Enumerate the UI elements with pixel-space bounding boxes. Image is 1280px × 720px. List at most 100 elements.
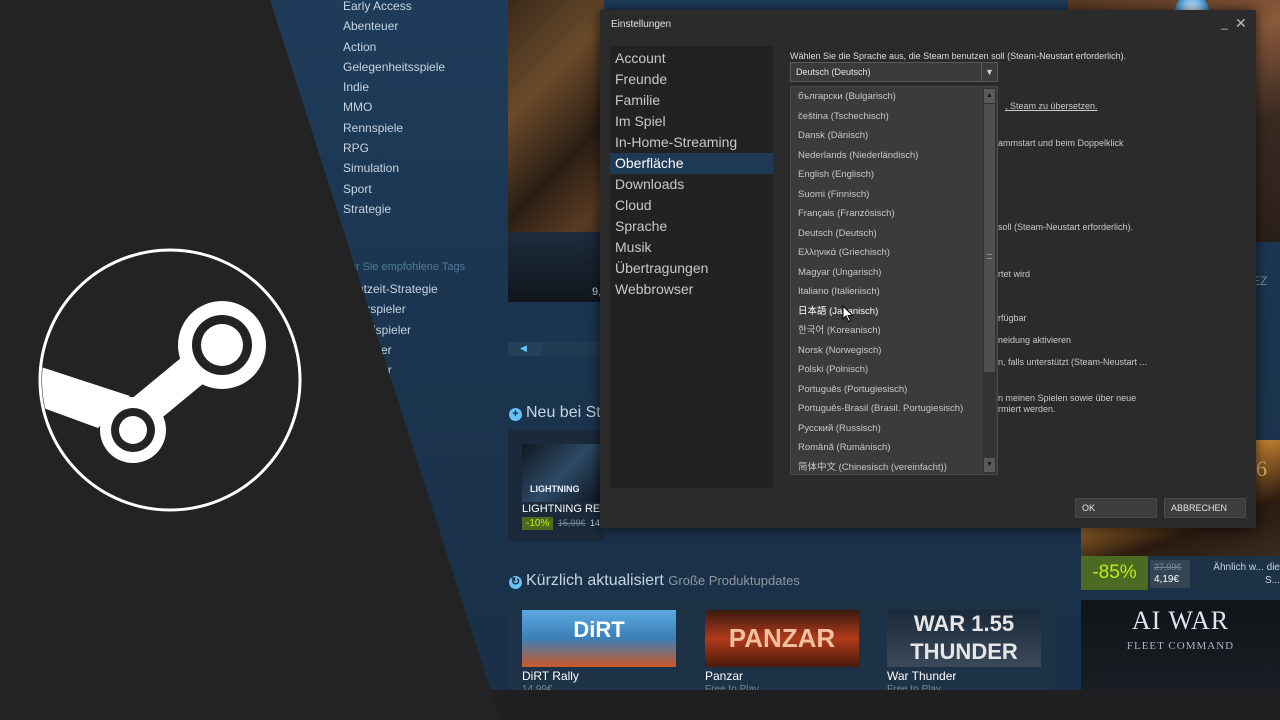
game-name: DiRT Rally [522,669,579,683]
nav-item-cloud[interactable]: Cloud [610,195,773,216]
cancel-button[interactable]: ABBRECHEN [1164,498,1246,518]
language-option[interactable]: 한국어 (Koreanisch) [791,321,984,341]
genre-link[interactable]: Abenteuer [343,16,445,36]
settings-nav: Account Freunde Familie Im Spiel In-Home… [610,46,773,488]
grip-icon [987,254,992,259]
plus-circle-icon: + [509,408,522,421]
genre-link[interactable]: Early Access [343,0,445,16]
nav-item-oberflaeche[interactable]: Oberfläche [610,153,773,174]
genre-link[interactable]: Simulation [343,158,445,178]
setting-text: n, falls unterstützt (Steam-Neustart ... [998,357,1148,367]
carousel-pager[interactable] [542,342,604,356]
game-name[interactable]: LIGHTNING RE [522,503,600,515]
scroll-down-icon[interactable]: ▼ [984,458,995,472]
scroll-up-icon[interactable]: ▲ [984,89,995,103]
new-section-title[interactable]: + Neu bei St [509,404,601,422]
language-select[interactable]: Deutsch (Deutsch) ▼ [790,62,998,82]
scroll-thumb[interactable] [984,104,995,372]
price-box: 27,99€ 4,19€ [1150,560,1190,588]
language-option[interactable]: Português (Portugiesisch) [791,380,984,400]
featured-banner-caption [508,232,604,302]
setting-text: rmiert werden. [998,404,1056,414]
chevron-down-icon[interactable]: ▼ [981,63,997,81]
language-option[interactable]: Русский (Russisch) [791,419,984,439]
language-option[interactable]: Ελληνικά (Griechisch) [791,243,984,263]
refresh-icon: ↻ [509,576,522,589]
language-option[interactable]: Norsk (Norwegisch) [791,341,984,361]
carousel-prev-button[interactable]: ◀ [508,342,542,356]
game-tile[interactable]: DiRT DiRT Rally 14,99€ [522,610,676,695]
selected-language: Deutsch (Deutsch) [796,67,871,77]
setting-text: neidung aktivieren [998,335,1072,345]
language-instruction: Wählen Sie die Sprache aus, die Steam be… [790,51,1127,61]
nav-item-account[interactable]: Account [610,48,773,69]
updated-section-title[interactable]: ↻ Kürzlich aktualisiert Große Produktupda… [509,572,800,590]
language-option[interactable]: Română (Rumänisch) [791,438,984,458]
new-price: 4,19€ [1154,574,1180,585]
chevron-left-icon: ◀ [520,343,527,353]
genre-link[interactable]: MMO [343,97,445,117]
updated-section-subtitle: Große Produktupdates [668,573,800,588]
dialog-titlebar[interactable]: Einstellungen _ ✕ [600,10,1256,40]
game-thumbnail[interactable]: LIGHTNING [522,444,604,502]
minimize-icon[interactable]: _ [1221,16,1228,30]
game-name: War Thunder [887,669,957,683]
steam-logo-icon [38,248,302,512]
new-price: 14 [590,518,601,528]
nav-item-webbrowser[interactable]: Webbrowser [610,279,773,300]
similar-text: Ähnlich w... die S... [1213,562,1280,586]
language-option[interactable]: čeština (Tschechisch) [791,107,984,127]
aiwar-title: AI WAR [1131,606,1230,635]
language-option[interactable]: Magyar (Ungarisch) [791,263,984,283]
setting-text: rtet wird [998,269,1031,279]
genre-link[interactable]: Action [343,37,445,57]
setting-text: rfügbar [998,313,1027,323]
nav-item-freunde[interactable]: Freunde [610,69,773,90]
genre-link[interactable]: Strategie [343,199,445,219]
language-option[interactable]: 日本語 (Japanisch) [791,302,984,322]
genre-link[interactable]: Sport [343,179,445,199]
nav-item-im-spiel[interactable]: Im Spiel [610,111,773,132]
nav-item-musik[interactable]: Musik [610,237,773,258]
close-icon[interactable]: ✕ [1235,15,1247,32]
aiwar-capsule[interactable]: AI WAR FLEET COMMAND [1081,600,1280,690]
game-art: DiRT [522,610,676,667]
setting-text: soll (Steam-Neustart erforderlich). [998,222,1134,232]
language-option[interactable]: Français (Französisch) [791,204,984,224]
ok-button[interactable]: OK [1075,498,1157,518]
language-option[interactable]: Nederlands (Niederländisch) [791,146,984,166]
nav-item-in-home-streaming[interactable]: In-Home-Streaming [610,132,773,153]
language-option[interactable]: Italiano (Italienisch) [791,282,984,302]
language-option[interactable]: Português-Brasil (Brasil. Portugiesisch) [791,399,984,419]
nav-item-sprache[interactable]: Sprache [610,216,773,237]
genre-link[interactable]: Gelegenheitsspiele [343,57,445,77]
translate-link[interactable]: , Steam zu übersetzen. [1005,101,1098,111]
game-tile[interactable]: PANZAR Panzar Free to Play [705,610,859,695]
language-option[interactable]: български (Bulgarisch) [791,87,984,107]
genre-link[interactable]: Rennspiele [343,118,445,138]
language-options-list: български (Bulgarisch) čeština (Tschechi… [790,86,998,475]
game-tile[interactable]: WAR 1.55 THUNDER War Thunder Free to Pla… [887,610,1041,695]
nav-item-uebertragungen[interactable]: Übertragungen [610,258,773,279]
language-list-scrollbar[interactable]: ▲ ▼ [983,88,996,474]
discount-badge: -10% [522,517,554,530]
recommended-tags-heading: Für Sie empfohlene Tags [343,261,466,273]
mouse-cursor-icon [842,305,854,323]
language-option[interactable]: Dansk (Dänisch) [791,126,984,146]
game-art: PANZAR [705,610,859,667]
old-price: 27,99€ [1154,562,1182,572]
old-price: 15,99€ [558,518,586,528]
language-option[interactable]: English (Englisch) [791,165,984,185]
language-option[interactable]: Polski (Polnisch) [791,360,984,380]
genre-link[interactable]: Indie [343,77,445,97]
language-option[interactable]: 简体中文 (Chinesisch (vereinfacht)) [791,458,984,475]
language-option[interactable]: Deutsch (Deutsch) [791,224,984,244]
nav-item-downloads[interactable]: Downloads [610,174,773,195]
nav-item-familie[interactable]: Familie [610,90,773,111]
game-name: Panzar [705,669,744,683]
language-option[interactable]: Suomi (Finnisch) [791,185,984,205]
aiwar-subtitle: FLEET COMMAND [1126,640,1235,652]
genre-link[interactable]: RPG [343,138,445,158]
discount-badge: -85% [1081,556,1148,590]
setting-text: n meinen Spielen sowie über neue [998,393,1137,403]
